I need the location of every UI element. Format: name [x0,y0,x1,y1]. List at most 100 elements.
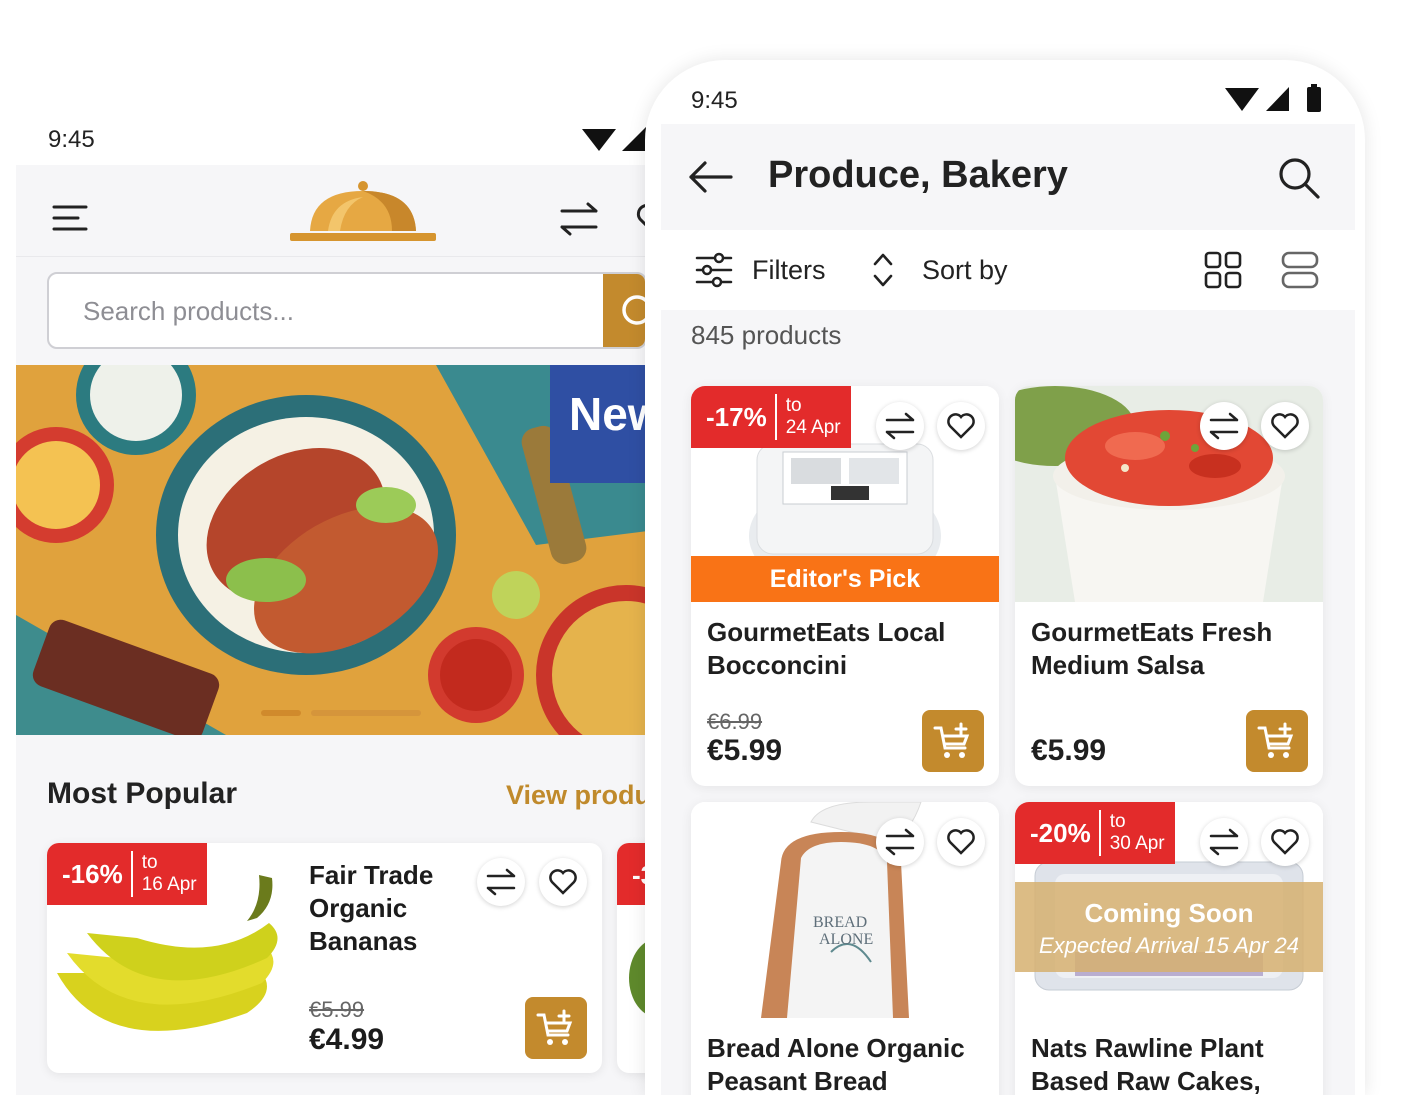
product-name[interactable]: GourmetEats Fresh Medium Salsa [1031,616,1311,682]
svg-text:ALONE: ALONE [819,931,873,948]
compare-button[interactable] [477,858,525,906]
product-card[interactable]: GourmetEats Fresh Medium Salsa €5.99 [1015,386,1323,786]
menu-icon[interactable] [52,203,88,233]
add-to-cart-icon [933,722,970,758]
price: €5.99 [1031,734,1107,767]
compare-button[interactable] [876,402,924,450]
wishlist-button[interactable] [937,818,985,866]
discount-badge: -17% to 24 Apr [691,386,851,448]
product-name-line-3: Bananas [309,926,418,956]
listing-toolbar: Filters Sort by [661,230,1355,310]
sort-button[interactable]: Sort by [922,255,1008,286]
discount-until: to 30 Apr [1101,811,1175,855]
coming-soon-title: Coming Soon [1084,898,1254,928]
search-placeholder: Search products... [83,296,294,326]
product-card-bananas[interactable]: -16% to 16 Apr Fair Trade Organic Banana… [47,843,602,1073]
list-view-icon[interactable] [1281,251,1319,289]
discount-date: 16 Apr [141,874,197,895]
right-phone: 9:45 Produce, Bakery Filters Sort by 845… [645,60,1365,1095]
home-screen: Search products... New Most Popular View… [16,165,697,1095]
old-price: €5.99 [309,997,365,1022]
promo-banner[interactable]: New [16,365,696,735]
compare-icon[interactable] [558,201,600,237]
compare-button[interactable] [876,818,924,866]
grid-view-icon[interactable] [1204,251,1242,289]
add-to-cart-button[interactable] [525,997,587,1059]
back-arrow-icon[interactable] [687,160,733,194]
svg-text:BREAD: BREAD [813,914,867,931]
compare-icon [885,412,915,440]
home-app-bar [16,165,696,257]
discount-until: to 24 Apr [777,395,851,439]
discount-until: to 16 Apr [133,852,207,896]
search-input[interactable]: Search products... [47,272,647,349]
product-card[interactable]: -17% to 24 Apr Editor's Pick GourmetEats… [691,386,999,786]
status-icons [1225,84,1321,112]
wishlist-button[interactable] [539,858,587,906]
discount-to: to [141,852,158,873]
page-title: Produce, Bakery [768,154,1068,196]
discount-to: to [785,395,802,416]
product-name-line-2: Organic [309,893,408,923]
cloche-logo [290,181,436,241]
signal-icon [1266,87,1289,111]
signal-icon [622,127,646,151]
discount-to: to [1109,811,1126,832]
heart-icon [549,869,577,895]
product-name[interactable]: Bread Alone Organic Peasant Bread [707,1032,987,1095]
wishlist-button[interactable] [937,402,985,450]
product-name[interactable]: GourmetEats Local Bocconcini [707,616,987,682]
discount-badge: -16% to 16 Apr [47,843,207,905]
price: €5.99 [707,734,783,767]
coming-soon-overlay: Coming Soon Expected Arrival 15 Apr 24 [1015,882,1323,972]
price: €4.99 [309,1023,385,1056]
product-card[interactable]: Coming Soon Expected Arrival 15 Apr 24 -… [1015,802,1323,1095]
add-to-cart-button[interactable] [922,710,984,772]
discount-percent: -16% [62,858,123,889]
battery-icon [1307,87,1321,112]
heart-icon [947,829,975,855]
status-time: 9:45 [48,126,95,153]
search-icon [622,295,645,325]
section-title: Most Popular [47,777,238,810]
category-app-bar: Produce, Bakery [661,124,1355,230]
heart-icon [1271,413,1299,439]
discount-date: 30 Apr [1109,833,1165,854]
search-icon[interactable] [1277,156,1321,200]
old-price: €6.99 [707,709,763,734]
wifi-icon [1225,88,1259,111]
product-name-line-1: Fair Trade [309,860,434,890]
discount-percent: -17% [706,401,767,432]
wishlist-button[interactable] [1261,818,1309,866]
product-count: 845 products [691,320,842,350]
compare-icon [1209,828,1239,856]
filters-button[interactable]: Filters [752,255,826,286]
product-name[interactable]: Fair Trade Organic Bananas [309,859,433,958]
status-icons [582,127,646,151]
search-button[interactable] [603,274,645,347]
compare-icon [885,828,915,856]
wifi-icon [582,129,616,151]
left-phone: 9:45 Search products... New Most Popular… [0,0,700,1095]
discount-date: 24 Apr [785,417,841,438]
editors-pick-ribbon: Editor's Pick [691,556,999,602]
coming-soon-date: Expected Arrival 15 Apr 24 [1038,933,1300,958]
compare-button[interactable] [1200,818,1248,866]
sort-icon[interactable] [871,250,895,290]
category-screen: Produce, Bakery Filters Sort by 845 prod… [661,124,1355,1095]
compare-icon [1209,412,1239,440]
wishlist-button[interactable] [1261,402,1309,450]
filters-icon[interactable] [695,252,733,288]
compare-button[interactable] [1200,402,1248,450]
discount-percent: -20% [1030,817,1091,848]
heart-icon [947,413,975,439]
status-time: 9:45 [691,87,738,114]
product-card[interactable]: BREAD ALONE Bread Alone Organic Peasant … [691,802,999,1095]
add-to-cart-button[interactable] [1246,710,1308,772]
heart-icon [1271,829,1299,855]
add-to-cart-icon [536,1009,573,1045]
product-name[interactable]: Nats Rawline Plant Based Raw Cakes, [1031,1032,1311,1095]
discount-badge: -20% to 30 Apr [1015,802,1175,864]
compare-icon [486,868,516,896]
add-to-cart-icon [1257,722,1294,758]
